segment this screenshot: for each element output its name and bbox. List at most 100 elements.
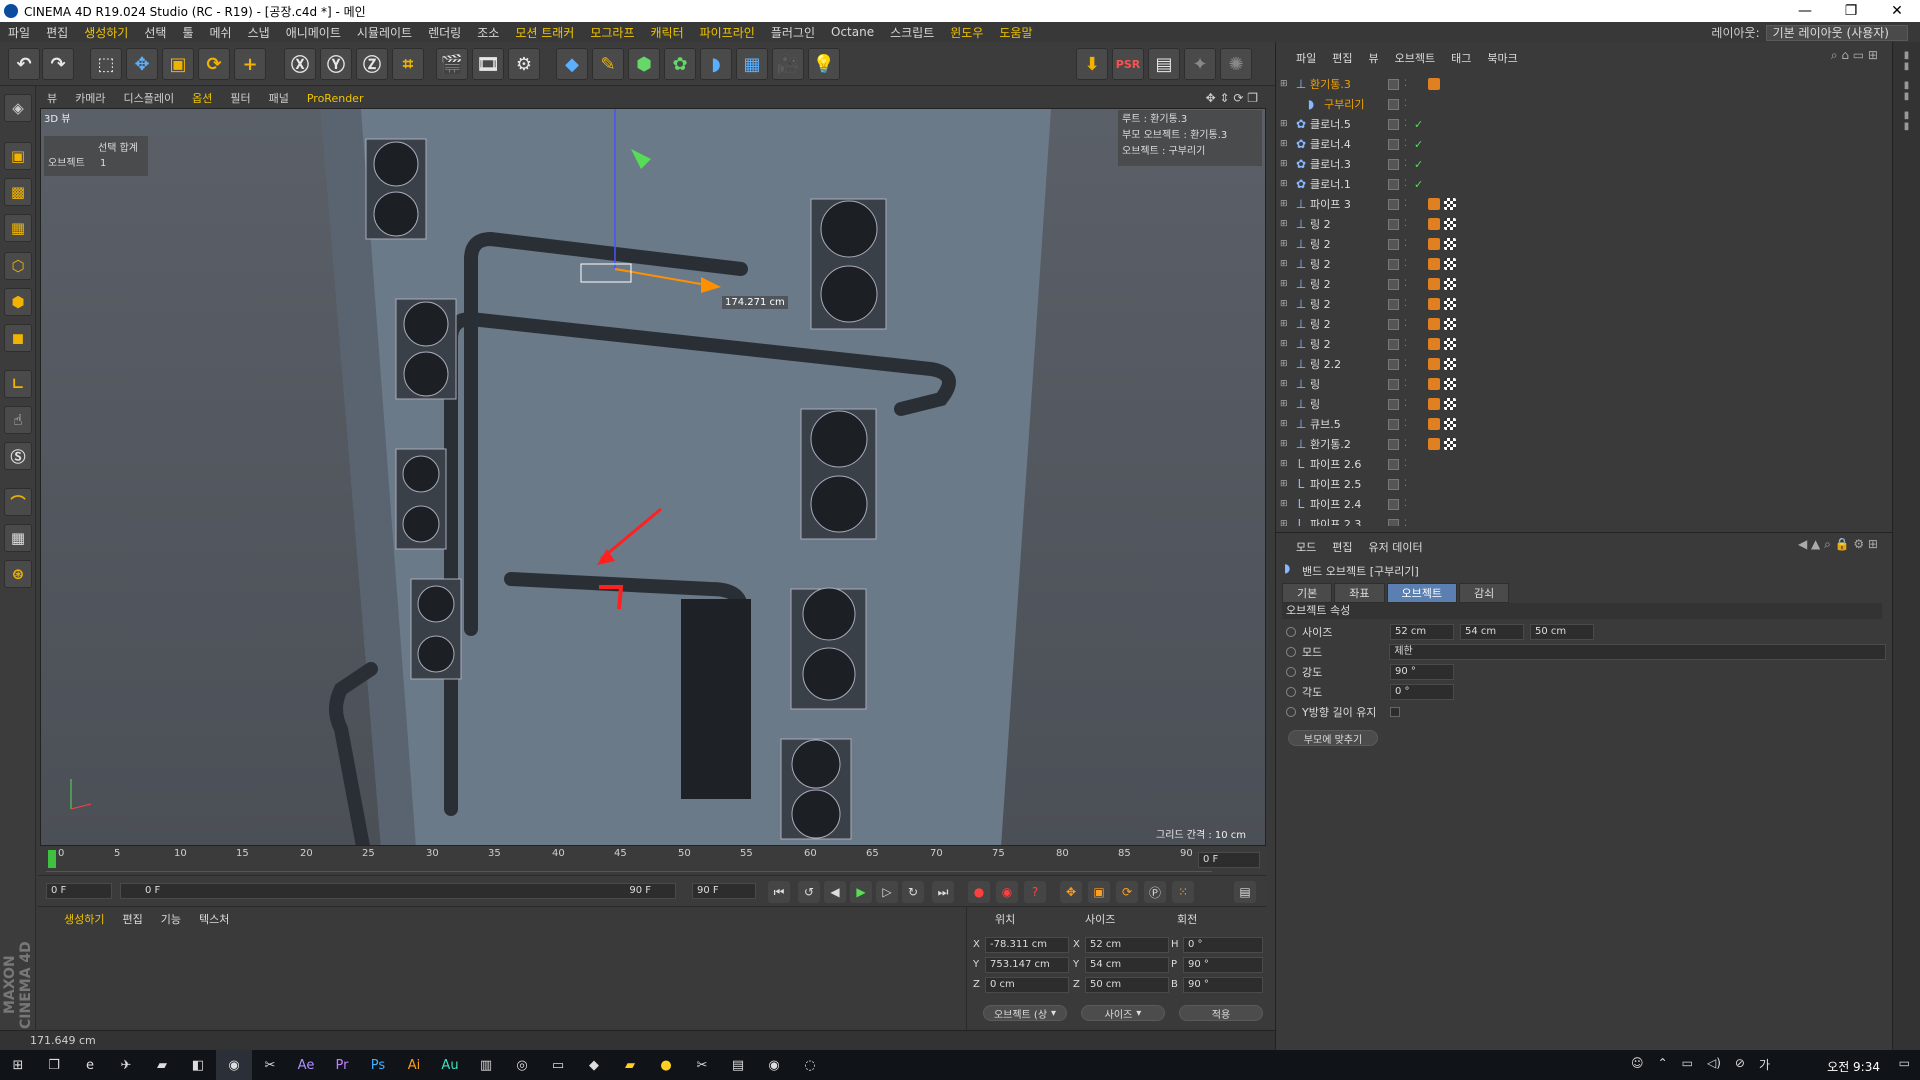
enabled-check-icon[interactable]: ✓ xyxy=(1414,178,1423,191)
editor-visibility-icon[interactable] xyxy=(1388,398,1399,410)
material-menu-texture[interactable]: 텍스처 xyxy=(199,911,229,927)
editor-visibility-icon[interactable] xyxy=(1388,498,1399,510)
editor-visibility-icon[interactable] xyxy=(1388,438,1399,450)
keep-y-checkbox[interactable] xyxy=(1390,707,1400,717)
phong-tag-icon[interactable] xyxy=(1428,438,1440,450)
render-visibility-dots-icon[interactable]: ⁚ xyxy=(1404,379,1407,389)
expand-icon[interactable]: ⊞ xyxy=(1280,419,1290,429)
render-visibility-dots-icon[interactable]: ⁚ xyxy=(1404,239,1407,249)
object-row[interactable]: ⊞ ⊥ 링 2 ⁚ xyxy=(1276,294,1882,314)
editor-visibility-icon[interactable] xyxy=(1388,178,1399,190)
subdivision-surface-icon[interactable]: ⬢ xyxy=(628,48,660,80)
frame-range-slider[interactable]: 0 F 90 F xyxy=(120,883,676,899)
expand-icon[interactable]: ⊞ xyxy=(1280,319,1290,329)
material-tag-icon[interactable] xyxy=(1444,278,1456,290)
after-effects-icon[interactable]: Ae xyxy=(288,1050,324,1080)
explorer-icon[interactable]: ▰ xyxy=(144,1050,180,1080)
editor-visibility-icon[interactable] xyxy=(1388,418,1399,430)
animation-radio[interactable] xyxy=(1286,627,1296,637)
menu-file[interactable]: 파일 xyxy=(0,24,38,41)
editor-visibility-icon[interactable] xyxy=(1388,158,1399,170)
app-icon[interactable]: ✂ xyxy=(252,1050,288,1080)
menu-render[interactable]: 렌더링 xyxy=(420,24,469,41)
editor-visibility-icon[interactable] xyxy=(1388,318,1399,330)
objects-menu-edit[interactable]: 편집 xyxy=(1332,50,1352,66)
deformer-icon[interactable]: ◗ xyxy=(700,48,732,80)
attr-menu-mode[interactable]: 모드 xyxy=(1296,539,1316,555)
sculpt-icon[interactable]: ✺ xyxy=(1220,48,1252,80)
material-tag-icon[interactable] xyxy=(1444,298,1456,310)
tray-arrow-icon[interactable]: ⌃ xyxy=(1658,1056,1668,1073)
menu-simulate[interactable]: 시뮬레이트 xyxy=(349,24,420,41)
rotation-p-field[interactable]: 90 ° xyxy=(1183,957,1263,973)
cloner-icon[interactable]: ✿ xyxy=(664,48,696,80)
expand-icon[interactable]: ⊞ xyxy=(1280,259,1290,269)
render-visibility-dots-icon[interactable]: ⁚ xyxy=(1404,139,1407,149)
app-icon[interactable]: ◉ xyxy=(756,1050,792,1080)
object-row[interactable]: ⊞ ⊥ 링 2 ⁚ xyxy=(1276,274,1882,294)
tab-coord[interactable]: 좌표 xyxy=(1334,583,1385,603)
render-visibility-dots-icon[interactable]: ⁚ xyxy=(1404,459,1407,469)
editor-visibility-icon[interactable] xyxy=(1388,238,1399,250)
position-y-field[interactable]: 753.147 cm xyxy=(985,957,1069,973)
object-row[interactable]: ⊞ ⊥ 링 ⁚ xyxy=(1276,394,1882,414)
object-row[interactable]: ⊞ ✿ 클로너.5 ⁚ ✓ xyxy=(1276,114,1882,134)
autokey-icon[interactable]: ◉ xyxy=(996,881,1018,903)
object-row[interactable]: ⊞ L 파이프 2.4 ⁚ xyxy=(1276,494,1882,514)
previous-frame-icon[interactable]: ◀ xyxy=(824,881,846,903)
expand-icon[interactable]: ⊞ xyxy=(1280,379,1290,389)
object-row[interactable]: ⊞ ⊥ 링 2 ⁚ xyxy=(1276,214,1882,234)
expand-icon[interactable]: ⊞ xyxy=(1280,299,1290,309)
size-y-field[interactable]: 54 cm xyxy=(1085,957,1169,973)
editor-visibility-icon[interactable] xyxy=(1388,98,1399,110)
network-icon[interactable]: ▭ xyxy=(1682,1056,1693,1073)
keyframe-selection-icon[interactable]: ? xyxy=(1024,881,1046,903)
side-tab[interactable]: ▮▮ xyxy=(1901,110,1912,132)
parameter-key-icon[interactable]: Ⓟ xyxy=(1144,881,1166,903)
character-icon[interactable]: ✦ xyxy=(1184,48,1216,80)
expand-icon[interactable]: ⊞ xyxy=(1280,459,1290,469)
render-visibility-dots-icon[interactable]: ⁚ xyxy=(1404,99,1407,109)
size-y-input[interactable]: 54 cm xyxy=(1460,624,1524,640)
close-button[interactable]: ✕ xyxy=(1874,0,1920,22)
phong-tag-icon[interactable] xyxy=(1428,78,1440,90)
start-frame-field[interactable]: 0 F xyxy=(46,883,112,899)
angle-input[interactable]: 0 ° xyxy=(1390,684,1454,700)
app-icon[interactable]: ◆ xyxy=(576,1050,612,1080)
phong-tag-icon[interactable] xyxy=(1428,398,1440,410)
render-view-icon[interactable]: 🎬 xyxy=(436,48,468,80)
objects-menu-bookmarks[interactable]: 북마크 xyxy=(1487,50,1517,66)
editor-visibility-icon[interactable] xyxy=(1388,78,1399,90)
notification-icon[interactable]: ▭ xyxy=(1899,1056,1910,1070)
object-row[interactable]: ⊞ ⊥ 큐브.5 ⁚ xyxy=(1276,414,1882,434)
expand-icon[interactable]: ⊞ xyxy=(1280,179,1290,189)
fit-to-parent-button[interactable]: 부모에 맞추기 xyxy=(1288,730,1378,746)
position-key-icon[interactable]: ✥ xyxy=(1060,881,1082,903)
editor-visibility-icon[interactable] xyxy=(1388,458,1399,470)
tweak-mode-icon[interactable]: ☝ xyxy=(4,406,32,434)
menu-script[interactable]: 스크립트 xyxy=(882,24,942,41)
taskbar-clock[interactable]: 오전 9:34 xyxy=(1827,1058,1880,1075)
expand-icon[interactable]: ⊞ xyxy=(1280,359,1290,369)
model-mode-icon[interactable]: ▣ xyxy=(4,142,32,170)
position-x-field[interactable]: -78.311 cm xyxy=(985,937,1069,953)
redo-icon[interactable]: ↷ xyxy=(42,48,74,80)
premiere-icon[interactable]: Pr xyxy=(324,1050,360,1080)
viewport-nav-icons[interactable]: ✥ ⇕ ⟳ ❐ xyxy=(1206,91,1258,105)
phong-tag-icon[interactable] xyxy=(1428,258,1440,270)
expand-icon[interactable]: ⊞ xyxy=(1280,479,1290,489)
expand-icon[interactable]: ⊞ xyxy=(1280,199,1290,209)
expand-icon[interactable]: ⊞ xyxy=(1280,339,1290,349)
coordinate-system-icon[interactable]: ⌗ xyxy=(392,48,424,80)
previous-key-icon[interactable]: ↺ xyxy=(798,881,820,903)
phong-tag-icon[interactable] xyxy=(1428,318,1440,330)
material-tag-icon[interactable] xyxy=(1444,358,1456,370)
strength-input[interactable]: 90 ° xyxy=(1390,664,1454,680)
app-icon[interactable]: ◎ xyxy=(504,1050,540,1080)
viewport-menu-view[interactable]: 뷰 xyxy=(38,90,66,106)
size-z-input[interactable]: 50 cm xyxy=(1530,624,1594,640)
app-icon[interactable]: ✈ xyxy=(108,1050,144,1080)
app-icon[interactable]: ▰ xyxy=(612,1050,648,1080)
phong-tag-icon[interactable] xyxy=(1428,298,1440,310)
material-tag-icon[interactable] xyxy=(1444,438,1456,450)
